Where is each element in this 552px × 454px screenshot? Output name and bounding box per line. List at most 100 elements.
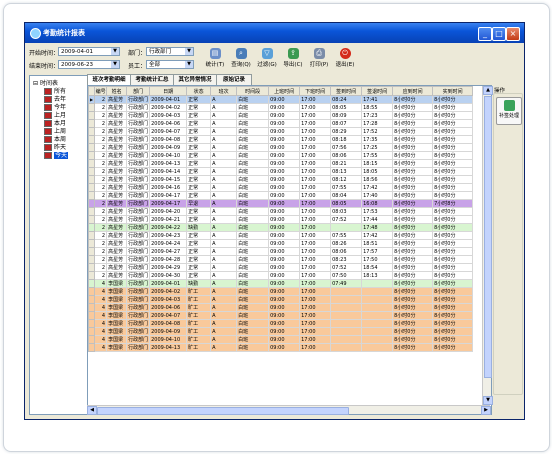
maximize-button[interactable]: □: [492, 27, 506, 41]
column-header[interactable]: 状态: [186, 86, 212, 96]
table-row[interactable]: 4 李国梁 行政部门 2009-04-08 旷工 A 白班 09:00 17:00 8小时0分 8小…: [88, 319, 474, 328]
table-row[interactable]: 2 高星芳 行政部门 2009-04-13 正常 A 白班 09:00 17:00 08:21 18…: [88, 159, 474, 168]
print-button[interactable]: ⎙ 打印(P): [306, 46, 332, 72]
table-row[interactable]: 2 高星芳 行政部门 2009-04-06 正常 A 白班 09:00 17:00 08:07 17…: [88, 119, 474, 128]
table-row[interactable]: 4 李国梁 行政部门 2009-04-01 缺勤 A 白班 09:00 17:00 07:49 8小…: [88, 279, 474, 288]
table-row[interactable]: 2 高星芳 行政部门 2009-04-17 正常 A 白班 09:00 17:00 08:04 17…: [88, 191, 474, 200]
table-row[interactable]: 4 李国梁 行政部门 2009-04-13 旷工 A 白班 09:00 17:00 8小时0分 8小…: [88, 343, 474, 352]
table-row[interactable]: 2 高星芳 行政部门 2009-04-27 正常 A 白班 09:00 17:00 08:06 17…: [88, 247, 474, 256]
column-header[interactable]: 应到时间: [392, 86, 434, 96]
stat-button[interactable]: ▤ 统计(T): [202, 46, 228, 72]
chevron-down-icon[interactable]: ▼: [111, 48, 119, 55]
query-button[interactable]: ⌕ 查询(Q): [228, 46, 254, 72]
end-date-field[interactable]: 2009-06-23 ▼: [58, 60, 120, 69]
close-button[interactable]: ×: [506, 27, 520, 41]
table-cell: 09:00: [268, 327, 301, 336]
table-row[interactable]: 2 高星芳 行政部门 2009-04-29 正常 A 白班 09:00 17:00 07:52 18…: [88, 263, 474, 272]
table-cell: 8小时0分: [432, 279, 474, 288]
table-cell: 2: [94, 223, 108, 232]
table-cell: 8小时0分: [392, 255, 434, 264]
staff-select[interactable]: 全部 ▼: [146, 60, 194, 69]
table-row[interactable]: 2 高星芳 行政部门 2009-04-08 正常 A 白班 09:00 17:00 08:18 17…: [88, 135, 474, 144]
time-tree[interactable]: ⊟ 时间表 所有 去年 今年 上月 本月 上周 本周 昨天 今天: [29, 75, 88, 415]
scroll-right-button[interactable]: ▶: [481, 406, 491, 415]
export-button[interactable]: ⇪ 导出(C): [280, 46, 306, 72]
vertical-scroll-thumb[interactable]: [484, 96, 492, 378]
start-date-field[interactable]: 2009-04-01 ▼: [58, 47, 120, 56]
tab-other-exceptions[interactable]: 其它异常情况: [173, 74, 217, 85]
exit-button[interactable]: ⏻ 退出(E): [332, 46, 358, 72]
table-row[interactable]: 4 李国梁 行政部门 2009-04-02 旷工 A 白班 09:00 17:00 8小时0分 8小…: [88, 287, 474, 296]
column-header[interactable]: 签到时间: [330, 86, 363, 96]
table-cell: 白班: [236, 295, 270, 304]
chevron-down-icon[interactable]: ▼: [185, 61, 193, 68]
table-cell: 17:42: [361, 183, 394, 192]
tree-item-today[interactable]: 今天: [44, 150, 69, 159]
table-cell: 08:24: [330, 95, 363, 104]
table-row[interactable]: 2 高星芳 行政部门 2009-04-07 正常 A 白班 09:00 17:00 08:29 17…: [88, 127, 474, 136]
table-cell: A: [210, 239, 238, 248]
table-row[interactable]: 2 高星芳 行政部门 2009-04-16 正常 A 白班 09:00 17:00 07:55 17…: [88, 183, 474, 192]
dept-select[interactable]: 行政部门 ▼: [146, 47, 194, 56]
column-header[interactable]: 编号: [94, 86, 108, 96]
table-row[interactable]: 4 李国梁 行政部门 2009-04-06 旷工 A 白班 09:00 17:00 8小时0分 8小…: [88, 303, 474, 312]
table-cell: 09:00: [268, 239, 301, 248]
horizontal-scrollbar[interactable]: ◀ ▶: [87, 405, 491, 415]
column-header[interactable]: 时间段: [236, 86, 270, 96]
attendance-grid[interactable]: 编号 姓名 部门 日期 状态 班次 时间段 上班时间 下班时间 签到时间 签退时间 应到时间 实到时间 …: [87, 85, 492, 415]
table-cell: 2009-04-29: [149, 263, 188, 272]
table-row[interactable]: 2 高星芳 行政部门 2009-04-30 正常 A 白班 09:00 17:00 07:50 18…: [88, 271, 474, 280]
table-row[interactable]: 2 高星芳 行政部门 2009-04-24 正常 A 白班 09:00 17:00 08:26 18…: [88, 239, 474, 248]
column-header[interactable]: 上班时间: [268, 86, 301, 96]
table-row[interactable]: 2 高星芳 行政部门 2009-04-22 缺勤 A 白班 09:00 17:00 17:48 8小…: [88, 223, 474, 232]
column-header[interactable]: 部门: [126, 86, 151, 96]
table-row[interactable]: 2 高星芳 行政部门 2009-04-23 正常 A 白班 09:00 17:00 07:55 17…: [88, 231, 474, 240]
column-header[interactable]: 下班时间: [299, 86, 332, 96]
table-row[interactable]: 2 高星芳 行政部门 2009-04-02 正常 A 白班 09:00 17:00 08:05 18…: [88, 103, 474, 112]
table-row[interactable]: ▶ 2 高星芳 行政部门 2009-04-01 正常 A 白班 09:00 17:00 08:24 1…: [88, 95, 474, 104]
tab-summary[interactable]: 考勤统计汇总: [130, 74, 174, 85]
filter-button[interactable]: ▽ 过滤(G): [254, 46, 280, 72]
table-cell: 8小时0分: [432, 175, 474, 184]
column-header[interactable]: 班次: [210, 86, 238, 96]
table-cell: 07:55: [330, 231, 363, 240]
table-cell: 8小时0分: [392, 327, 434, 336]
column-header[interactable]: 日期: [149, 86, 188, 96]
table-row[interactable]: 2 高星芳 行政部门 2009-04-28 正常 A 白班 09:00 17:00 08:23 17…: [88, 255, 474, 264]
table-row[interactable]: 4 李国梁 行政部门 2009-04-09 旷工 A 白班 09:00 17:00 8小时0分 8小…: [88, 327, 474, 336]
table-cell: 4: [94, 279, 108, 288]
horizontal-scroll-thumb[interactable]: [97, 407, 349, 415]
table-row[interactable]: 2 高星芳 行政部门 2009-04-21 正常 A 白班 09:00 17:00 07:52 17…: [88, 215, 474, 224]
table-row[interactable]: 2 高星芳 行政部门 2009-04-09 正常 A 白班 09:00 17:00 07:56 17…: [88, 143, 474, 152]
table-row[interactable]: 2 高星芳 行政部门 2009-04-15 正常 A 白班 09:00 17:00 08:12 18…: [88, 175, 474, 184]
table-cell: 8小时0分: [432, 143, 474, 152]
table-row[interactable]: 2 高星芳 行政部门 2009-04-03 正常 A 白班 09:00 17:00 08:09 17…: [88, 111, 474, 120]
supplement-sign-button[interactable]: 补签处理: [496, 97, 522, 125]
column-header[interactable]: 实到时间: [432, 86, 474, 96]
column-header[interactable]: 签退时间: [361, 86, 394, 96]
vertical-scrollbar[interactable]: ▲ ▼: [482, 86, 493, 405]
table-cell: 白班: [236, 95, 270, 104]
table-cell: 旷工: [186, 303, 212, 312]
export-icon: ⇪: [287, 48, 299, 59]
title-bar[interactable]: 考勤统计报表 _ □ ×: [25, 23, 524, 43]
table-row[interactable]: 4 李国梁 行政部门 2009-04-03 旷工 A 白班 09:00 17:00 8小时0分 8小…: [88, 295, 474, 304]
table-cell: 09:00: [268, 191, 301, 200]
table-cell: 8小时0分: [392, 167, 434, 176]
tab-raw-records[interactable]: 原始记录: [216, 74, 252, 85]
table-cell: 18:13: [361, 271, 394, 280]
column-header[interactable]: 姓名: [106, 86, 128, 96]
minimize-button[interactable]: _: [478, 27, 492, 41]
chevron-down-icon[interactable]: ▼: [185, 48, 193, 55]
table-cell: 行政部门: [126, 111, 151, 120]
table-cell: 高星芳: [106, 135, 128, 144]
scroll-left-button[interactable]: ◀: [87, 406, 97, 415]
table-row[interactable]: 2 高星芳 行政部门 2009-04-10 正常 A 白班 09:00 17:00 08:06 17…: [88, 151, 474, 160]
table-row[interactable]: 2 高星芳 行政部门 2009-04-20 正常 A 白班 09:00 17:00 08:03 17…: [88, 207, 474, 216]
table-row[interactable]: 2 高星芳 行政部门 2009-04-14 正常 A 白班 09:00 17:00 08:13 18…: [88, 167, 474, 176]
table-row[interactable]: 4 李国梁 行政部门 2009-04-10 旷工 A 白班 09:00 17:00 8小时0分 8小…: [88, 335, 474, 344]
table-row[interactable]: 2 高星芳 行政部门 2009-04-17 早退 A 白班 09:00 17:00 08:05 16…: [88, 199, 474, 208]
table-row[interactable]: 4 李国梁 行政部门 2009-04-07 旷工 A 白班 09:00 17:00 8小时0分 8小…: [88, 311, 474, 320]
chevron-down-icon[interactable]: ▼: [111, 61, 119, 68]
table-cell: 2: [94, 151, 108, 160]
